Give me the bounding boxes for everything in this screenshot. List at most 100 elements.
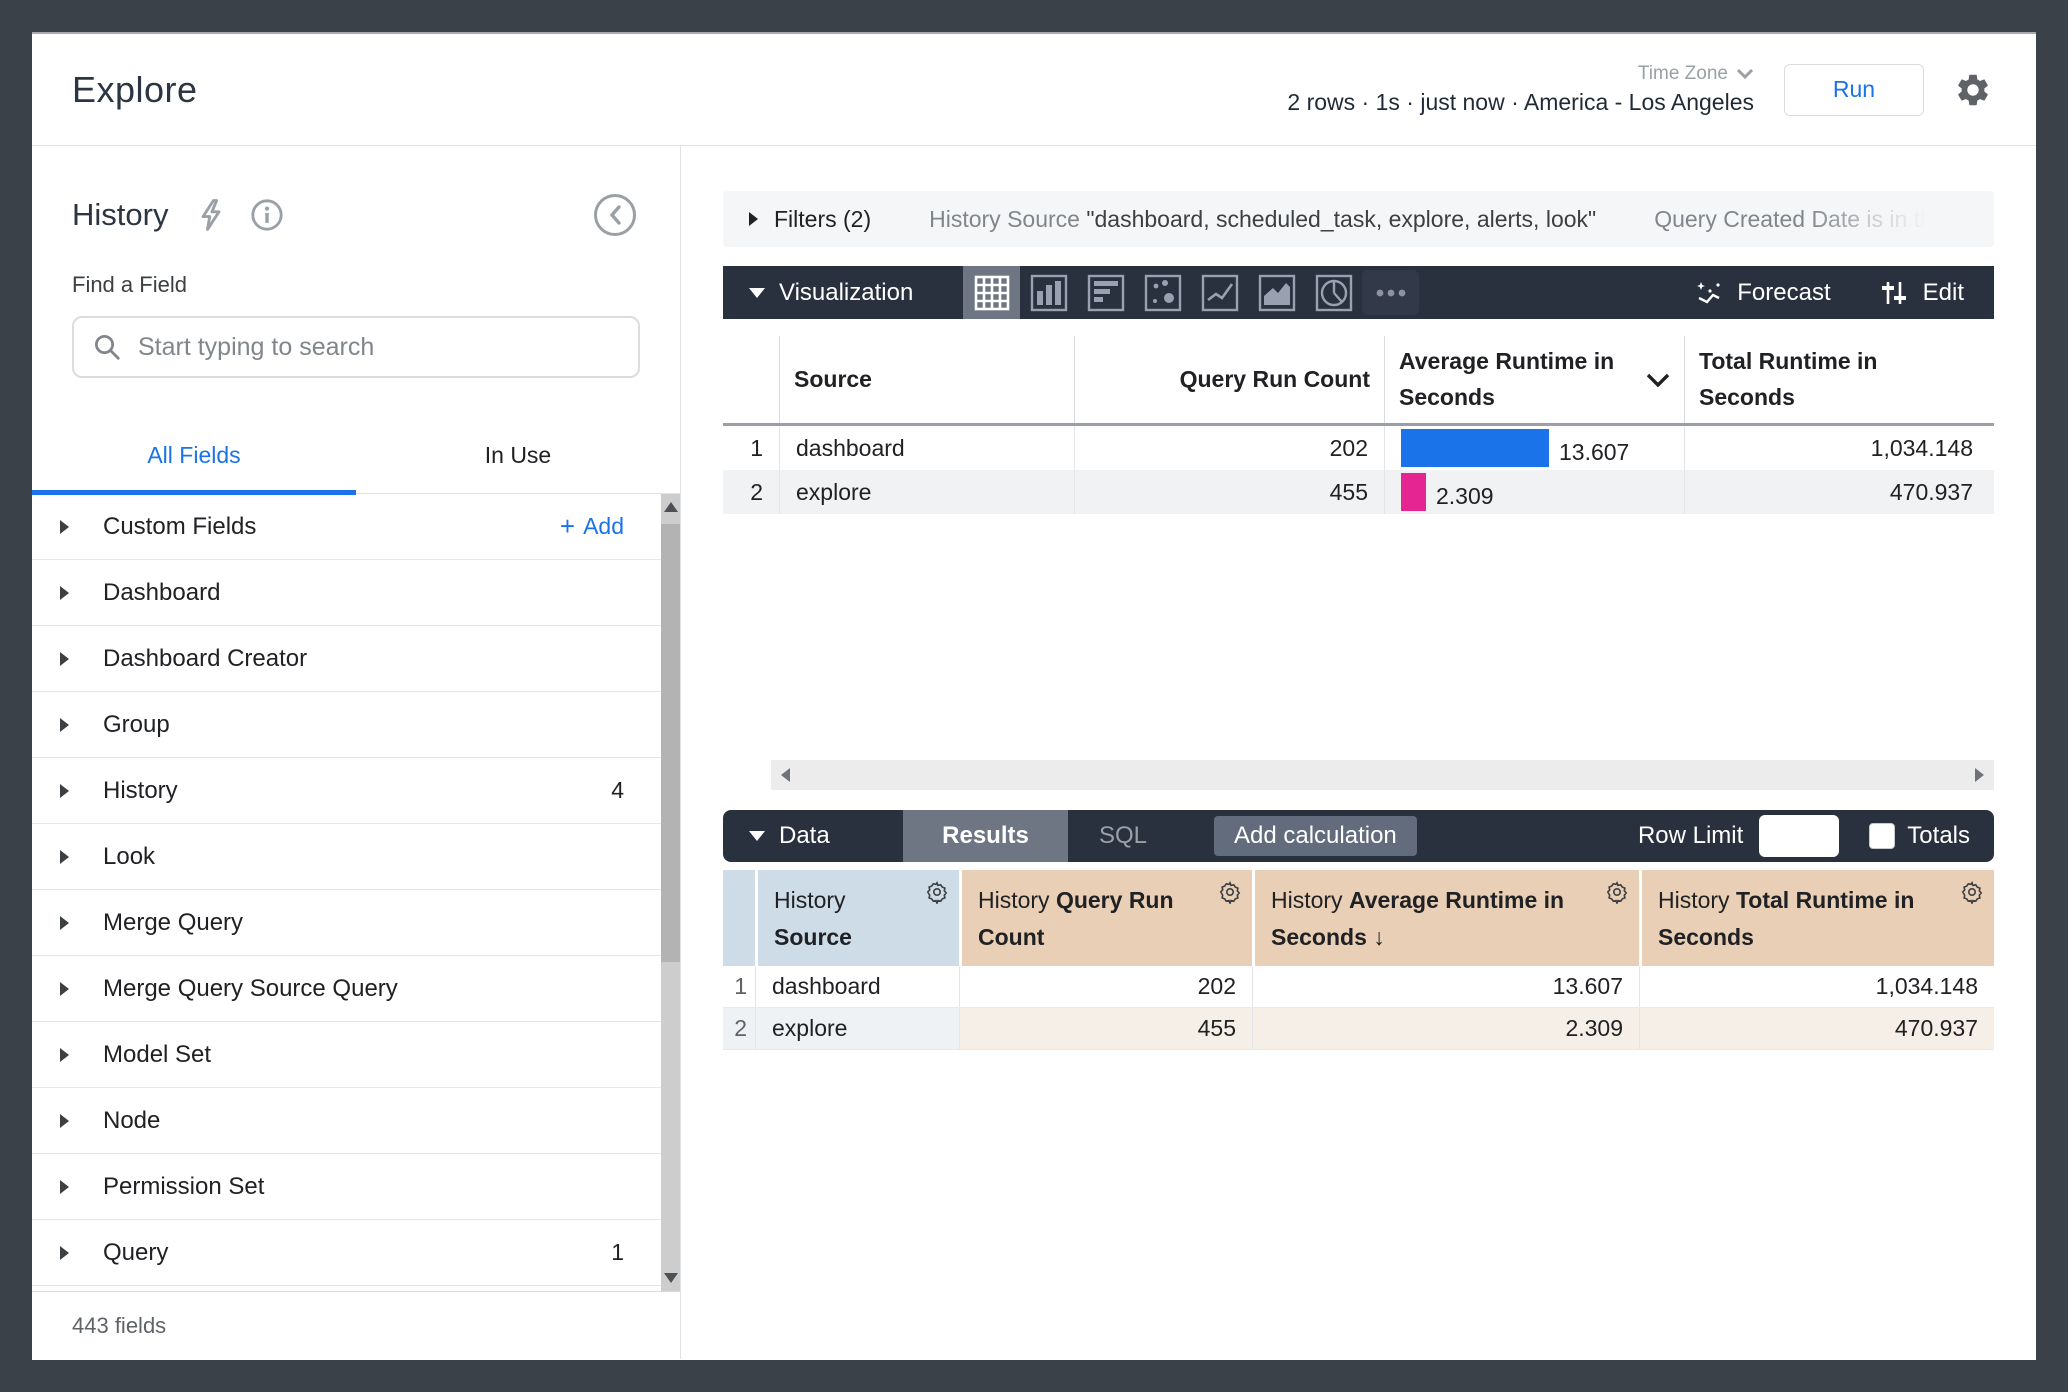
scrollbar-thumb[interactable] bbox=[661, 524, 680, 962]
viz-type-bar-chart-button[interactable] bbox=[1077, 266, 1134, 319]
caret-right-icon bbox=[60, 718, 69, 732]
field-group-group[interactable]: Group bbox=[32, 692, 680, 758]
totals-checkbox[interactable] bbox=[1869, 823, 1895, 849]
add-custom-field-button[interactable]: +Add bbox=[560, 511, 624, 542]
visualization-expander[interactable]: Visualization bbox=[723, 279, 939, 307]
tab-results[interactable]: Results bbox=[903, 810, 1068, 862]
cell-average-runtime[interactable]: 2.309 bbox=[1384, 470, 1684, 514]
forecast-button[interactable]: Forecast bbox=[1693, 278, 1830, 308]
sort-desc-arrow: ↓ bbox=[1373, 924, 1385, 950]
field-group-list: Custom Fields +Add Dashboard Dashboard C… bbox=[32, 494, 680, 1291]
cell-total-runtime[interactable]: 1,034.148 bbox=[1684, 426, 1989, 470]
cell-query-run-count[interactable]: 455 bbox=[1074, 470, 1384, 514]
horizontal-scrollbar[interactable] bbox=[771, 760, 1994, 790]
row-limit-label: Row Limit bbox=[1638, 822, 1743, 850]
row-number: 1 bbox=[723, 426, 779, 470]
scroll-down-icon[interactable] bbox=[664, 1273, 678, 1283]
viz-type-pie-chart-button[interactable] bbox=[1305, 266, 1362, 319]
tab-in-use[interactable]: In Use bbox=[356, 418, 680, 493]
cell-history-source[interactable]: dashboard bbox=[755, 966, 959, 1007]
field-group-custom-fields[interactable]: Custom Fields +Add bbox=[32, 494, 680, 560]
column-gear-icon[interactable] bbox=[1218, 880, 1242, 904]
viz-type-line-chart-button[interactable] bbox=[1191, 266, 1248, 319]
cell-total-runtime[interactable]: 470.937 bbox=[1639, 1008, 1994, 1049]
search-field[interactable] bbox=[72, 316, 640, 378]
timezone-label: Time Zone bbox=[1638, 63, 1728, 85]
search-input[interactable] bbox=[138, 333, 620, 362]
data-expander[interactable]: Data bbox=[723, 822, 903, 850]
caret-right-icon bbox=[60, 850, 69, 864]
visualization-table: Source Query Run Count Average Runtime i… bbox=[723, 336, 1994, 514]
cell-query-run-count[interactable]: 202 bbox=[959, 966, 1252, 1007]
column-gear-icon[interactable] bbox=[1605, 880, 1629, 904]
filter-query-created-date[interactable]: Query Created Date is in th bbox=[1654, 206, 1933, 233]
table-icon bbox=[973, 274, 1011, 312]
query-stats: 2 rows · 1s · just now · America - Los A… bbox=[1287, 89, 1754, 116]
run-button[interactable]: Run bbox=[1784, 64, 1924, 116]
viz-type-area-chart-button[interactable] bbox=[1248, 266, 1305, 319]
field-group-dashboard[interactable]: Dashboard bbox=[32, 560, 680, 626]
viz-type-table-button[interactable] bbox=[963, 266, 1020, 319]
info-icon[interactable] bbox=[250, 198, 284, 232]
field-group-merge-query-source-query[interactable]: Merge Query Source Query bbox=[32, 956, 680, 1022]
line-chart-icon bbox=[1201, 274, 1239, 312]
main-area: Filters (2) History Source "dashboard, s… bbox=[681, 146, 2036, 1359]
data-col-history-source[interactable]: History Source bbox=[755, 870, 959, 966]
data-col-average-runtime[interactable]: History Average Runtime in Seconds ↓ bbox=[1252, 870, 1639, 966]
cell-query-run-count[interactable]: 202 bbox=[1074, 426, 1384, 470]
field-group-model-set[interactable]: Model Set bbox=[32, 1022, 680, 1088]
scroll-up-icon[interactable] bbox=[664, 502, 678, 512]
row-limit-input[interactable] bbox=[1759, 815, 1839, 857]
collapse-panel-button[interactable] bbox=[594, 194, 636, 236]
scroll-left-icon[interactable] bbox=[781, 768, 790, 782]
fields-in-use-count: 1 bbox=[611, 1239, 624, 1266]
filter-history-source[interactable]: History Source "dashboard, scheduled_tas… bbox=[929, 206, 1596, 233]
more-dots-icon bbox=[1374, 288, 1408, 298]
field-group-merge-query[interactable]: Merge Query bbox=[32, 890, 680, 956]
cell-total-runtime[interactable]: 1,034.148 bbox=[1639, 966, 1994, 1007]
column-gear-icon[interactable] bbox=[1960, 880, 1984, 904]
add-calculation-button[interactable]: Add calculation bbox=[1214, 816, 1417, 856]
column-gear-icon[interactable] bbox=[925, 880, 949, 904]
viz-col-total-runtime[interactable]: Total Runtime in Seconds bbox=[1684, 336, 1989, 423]
field-group-query[interactable]: Query 1 bbox=[32, 1220, 680, 1286]
viz-type-scatter-button[interactable] bbox=[1134, 266, 1191, 319]
timezone-dropdown[interactable]: Time Zone bbox=[1638, 63, 1754, 85]
field-group-look[interactable]: Look bbox=[32, 824, 680, 890]
cell-average-runtime[interactable]: 2.309 bbox=[1252, 1008, 1639, 1049]
data-col-total-runtime[interactable]: History Total Runtime in Seconds bbox=[1639, 870, 1994, 966]
filters-bar: Filters (2) History Source "dashboard, s… bbox=[723, 191, 1994, 247]
viz-col-average-runtime[interactable]: Average Runtime in Seconds bbox=[1384, 336, 1684, 423]
field-group-node[interactable]: Node bbox=[32, 1088, 680, 1154]
cell-total-runtime[interactable]: 470.937 bbox=[1684, 470, 1989, 514]
field-group-history[interactable]: History 4 bbox=[32, 758, 680, 824]
cell-history-source[interactable]: explore bbox=[755, 1008, 959, 1049]
bar-segment bbox=[1401, 473, 1426, 511]
data-col-query-run-count[interactable]: History Query Run Count bbox=[959, 870, 1252, 966]
field-group-dashboard-creator[interactable]: Dashboard Creator bbox=[32, 626, 680, 692]
cell-query-run-count[interactable]: 455 bbox=[959, 1008, 1252, 1049]
viz-col-source[interactable]: Source bbox=[779, 336, 1074, 423]
field-picker-panel: History Find a Field All Fields In Use bbox=[32, 146, 681, 1359]
viz-col-query-run-count[interactable]: Query Run Count bbox=[1074, 336, 1384, 423]
sidebar-scrollbar[interactable] bbox=[661, 494, 680, 1291]
field-tabs: All Fields In Use bbox=[32, 418, 680, 494]
tab-sql[interactable]: SQL bbox=[1068, 810, 1178, 862]
scroll-right-icon[interactable] bbox=[1975, 768, 1984, 782]
cell-source[interactable]: explore bbox=[779, 470, 1074, 514]
cell-source[interactable]: dashboard bbox=[779, 426, 1074, 470]
settings-gear-icon[interactable] bbox=[1954, 71, 1992, 109]
forecast-sparkle-icon bbox=[1693, 278, 1723, 308]
field-group-permission-set[interactable]: Permission Set bbox=[32, 1154, 680, 1220]
viz-type-column-chart-button[interactable] bbox=[1020, 266, 1077, 319]
top-bar: Explore Time Zone 2 rows · 1s · just now… bbox=[32, 34, 2036, 146]
viz-type-more-button[interactable] bbox=[1362, 270, 1419, 315]
edit-viz-button[interactable]: Edit bbox=[1879, 278, 1964, 308]
tab-all-fields[interactable]: All Fields bbox=[32, 418, 356, 493]
cell-average-runtime[interactable]: 13.607 bbox=[1384, 426, 1684, 470]
filters-expander[interactable]: Filters (2) bbox=[749, 206, 871, 233]
totals-label: Totals bbox=[1907, 822, 1970, 850]
caret-right-icon bbox=[60, 1180, 69, 1194]
scatter-icon bbox=[1144, 274, 1182, 312]
cell-average-runtime[interactable]: 13.607 bbox=[1252, 966, 1639, 1007]
